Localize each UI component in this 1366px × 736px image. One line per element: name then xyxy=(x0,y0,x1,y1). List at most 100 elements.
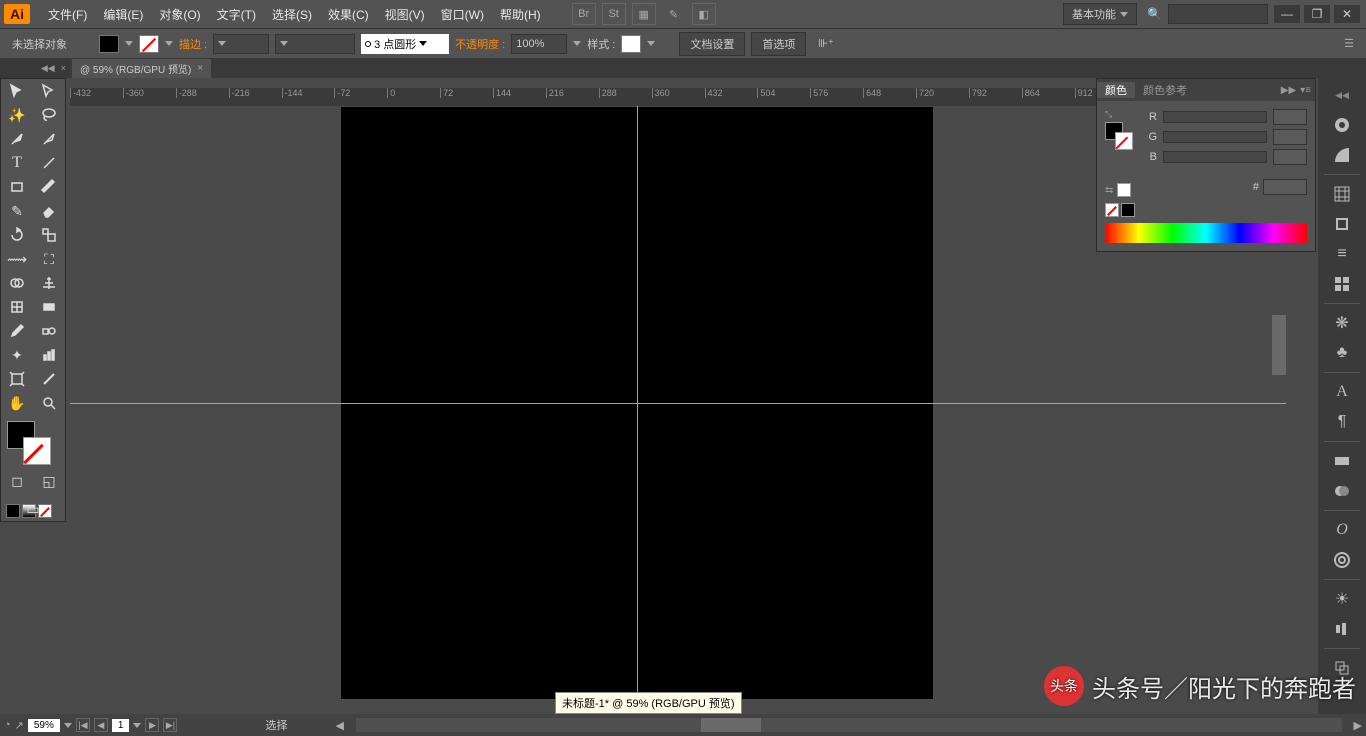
stroke-dd-icon[interactable] xyxy=(165,41,173,46)
g-slider[interactable] xyxy=(1163,131,1267,143)
h-scrollbar-thumb[interactable] xyxy=(701,718,761,732)
shape-builder-tool[interactable] xyxy=(1,271,33,295)
paragraph-panel-icon[interactable]: ¶ xyxy=(1326,409,1358,435)
stroke-box[interactable] xyxy=(23,437,51,465)
color-spectrum[interactable] xyxy=(1105,223,1307,243)
magic-wand-tool[interactable]: ✨ xyxy=(1,103,33,127)
b-value[interactable] xyxy=(1273,149,1307,165)
menu-edit[interactable]: 编辑(E) xyxy=(95,6,151,23)
first-artboard-btn[interactable]: |◀ xyxy=(76,718,90,732)
color-tab[interactable]: 颜色 xyxy=(1097,82,1135,98)
screen-mode-button[interactable]: ▭ xyxy=(1,497,65,521)
sb-cloud-icon[interactable]: ◔ xyxy=(4,719,11,731)
blend-tool[interactable] xyxy=(33,319,65,343)
none-swatch[interactable] xyxy=(1105,203,1119,217)
prev-artboard-btn[interactable]: ◀ xyxy=(94,718,108,732)
dock-expand-icon[interactable]: ◀◀ xyxy=(1326,82,1358,108)
search-input[interactable] xyxy=(1168,4,1268,24)
var-width-profile[interactable] xyxy=(275,34,355,54)
horizontal-scrollbar[interactable] xyxy=(356,718,1342,732)
cc-libraries-icon[interactable] xyxy=(1326,547,1358,573)
toolbox-collapse-icon[interactable]: ◀◀ xyxy=(41,63,55,74)
slice-tool[interactable] xyxy=(33,367,65,391)
g-value[interactable] xyxy=(1273,129,1307,145)
panel-menu-icon[interactable]: ▾≡ xyxy=(1300,85,1311,96)
drawing-mode-behind[interactable]: ◱ xyxy=(33,469,65,493)
white-swatch[interactable] xyxy=(1117,183,1131,197)
menu-file[interactable]: 文件(F) xyxy=(40,6,95,23)
toolbox-close-icon[interactable]: × xyxy=(61,63,66,73)
graphic-styles-panel-icon[interactable]: ≡ xyxy=(1326,241,1358,267)
style-swatch[interactable] xyxy=(621,35,641,53)
sb-scroll-left[interactable]: ◀ xyxy=(335,719,343,732)
symbol-sprayer-tool[interactable]: ✦ xyxy=(1,343,33,367)
appearance-panel-icon[interactable]: O xyxy=(1326,517,1358,543)
stroke-weight[interactable] xyxy=(213,34,269,54)
swatches-panel-icon[interactable] xyxy=(1326,112,1358,138)
sb-scroll-right[interactable]: ▶ xyxy=(1354,719,1362,732)
stroke-panel-icon[interactable] xyxy=(1326,211,1358,237)
line-tool[interactable] xyxy=(33,151,65,175)
brushes-panel-icon[interactable] xyxy=(1326,142,1358,168)
free-transform-tool[interactable]: ⛶ xyxy=(33,247,65,271)
arrange-doc-icon[interactable]: ▦ xyxy=(632,3,656,25)
r-value[interactable] xyxy=(1273,109,1307,125)
layers-panel-icon[interactable] xyxy=(1326,271,1358,297)
window-minimize[interactable]: — xyxy=(1274,5,1300,23)
document-tab[interactable]: @ 59% (RGB/GPU 预览) × xyxy=(72,59,211,78)
column-graph-tool[interactable] xyxy=(33,343,65,367)
bridge-icon[interactable]: Br xyxy=(572,3,596,25)
next-artboard-btn[interactable]: ▶ xyxy=(145,718,159,732)
menu-select[interactable]: 选择(S) xyxy=(264,6,320,23)
align-panel-icon[interactable] xyxy=(1326,616,1358,642)
width-tool[interactable]: ⟿ xyxy=(1,247,33,271)
hand-tool[interactable]: ✋ xyxy=(1,391,33,415)
zoom-tool[interactable] xyxy=(33,391,65,415)
panel-collapse-icon[interactable]: ▶▶ xyxy=(1281,85,1296,96)
mesh-tool[interactable] xyxy=(1,295,33,319)
align-icon[interactable]: ⊪⁺ xyxy=(818,37,833,50)
menu-window[interactable]: 窗口(W) xyxy=(433,6,492,23)
lasso-tool[interactable] xyxy=(33,103,65,127)
stroke-swatch[interactable] xyxy=(139,35,159,53)
fill-dd-icon[interactable] xyxy=(125,41,133,46)
perspective-grid-tool[interactable] xyxy=(33,271,65,295)
window-close[interactable]: ✕ xyxy=(1334,5,1360,23)
rectangle-tool[interactable] xyxy=(1,175,33,199)
window-maximize[interactable]: ❐ xyxy=(1304,5,1330,23)
artboard-tool[interactable] xyxy=(1,367,33,391)
fill-stroke-control[interactable] xyxy=(1,419,65,469)
workspace-switcher[interactable]: 基本功能 xyxy=(1063,3,1137,25)
prefs-button[interactable]: 首选项 xyxy=(751,32,806,56)
hex-input[interactable] xyxy=(1263,179,1307,195)
drawing-mode-normal[interactable]: ◻ xyxy=(1,469,33,493)
transparency-panel-icon[interactable] xyxy=(1326,478,1358,504)
artboard-dd-icon[interactable] xyxy=(133,723,141,728)
swap-fill-stroke-icon[interactable]: ⤡ xyxy=(1105,109,1139,120)
artboard-number[interactable]: 1 xyxy=(112,719,130,732)
menu-help[interactable]: 帮助(H) xyxy=(492,6,549,23)
guide-horizontal[interactable] xyxy=(70,403,1286,404)
guide-vertical[interactable] xyxy=(637,106,638,714)
eraser-tool[interactable] xyxy=(33,199,65,223)
gradient-tool[interactable] xyxy=(33,295,65,319)
panel-fill-stroke[interactable] xyxy=(1105,122,1133,150)
paintbrush-tool[interactable] xyxy=(33,175,65,199)
opacity-value[interactable]: 100% xyxy=(511,34,567,54)
link-panel-icon[interactable]: ❋ xyxy=(1326,310,1358,336)
close-tab-icon[interactable]: × xyxy=(197,63,203,74)
curvature-tool[interactable] xyxy=(33,127,65,151)
stock-icon[interactable]: St xyxy=(602,3,626,25)
arrange-icon[interactable]: ◧ xyxy=(692,3,716,25)
gradient-panel-icon[interactable] xyxy=(1326,448,1358,474)
rotate-tool[interactable] xyxy=(1,223,33,247)
sun-icon[interactable]: ☀ xyxy=(1326,586,1358,612)
type-tool[interactable]: T xyxy=(1,151,33,175)
opacity-dd-icon[interactable] xyxy=(573,41,581,46)
menu-object[interactable]: 对象(O) xyxy=(151,6,208,23)
menu-view[interactable]: 视图(V) xyxy=(377,6,433,23)
direct-selection-tool[interactable] xyxy=(33,79,65,103)
character-panel-icon[interactable]: A xyxy=(1326,379,1358,405)
vertical-scrollbar-thumb[interactable] xyxy=(1272,315,1286,375)
pencil-tool[interactable]: ✎ xyxy=(1,199,33,223)
